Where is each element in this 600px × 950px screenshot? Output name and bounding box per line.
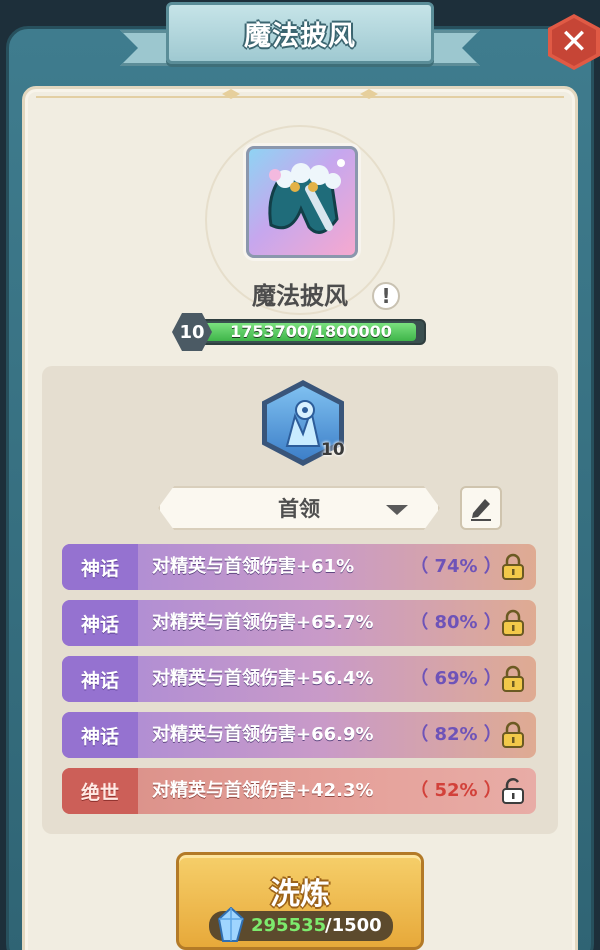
attribute-row: 绝世 对精英与首领伤害+42.3% （ 52% ）: [62, 768, 536, 814]
xp-text: 1753700/1800000: [230, 322, 392, 341]
edit-button[interactable]: [460, 486, 502, 530]
chevron-down-icon: [386, 505, 408, 515]
cape-icon: [268, 159, 345, 234]
lock-icon[interactable]: [500, 721, 526, 749]
page-title: 魔法披风: [244, 20, 356, 52]
tier-tag: 绝世: [62, 768, 138, 814]
skill-level: 10: [321, 440, 345, 460]
attribute-text: 对精英与首领伤害+61%: [152, 556, 355, 577]
lock-icon[interactable]: [500, 665, 526, 693]
attribute-percent: （ 69% ）: [410, 668, 502, 689]
attribute-text: 对精英与首领伤害+42.3%: [152, 780, 374, 801]
attribute-row: 神话 对精英与首领伤害+61% （ 74% ）: [62, 544, 536, 590]
attribute-text: 对精英与首领伤害+65.7%: [152, 612, 374, 633]
item-icon-frame[interactable]: [246, 146, 358, 258]
refine-button[interactable]: 洗炼 295535 /1500: [176, 852, 424, 950]
currency-cost: /1500: [325, 915, 382, 936]
refine-cost: 295535 /1500: [209, 907, 393, 942]
tier-tag: 神话: [62, 600, 138, 646]
attribute-percent: （ 52% ）: [410, 780, 502, 801]
unlock-icon[interactable]: [500, 777, 526, 805]
attribute-row: 神话 对精英与首领伤害+65.7% （ 80% ）: [62, 600, 536, 646]
attribute-text: 对精英与首领伤害+66.9%: [152, 724, 374, 745]
info-icon[interactable]: !: [372, 282, 400, 310]
currency-owned: 295535: [251, 915, 327, 936]
attribute-text: 对精英与首领伤害+56.4%: [152, 668, 374, 689]
item-name: 魔法披风: [252, 282, 348, 310]
tier-tag: 神话: [62, 544, 138, 590]
attribute-row: 神话 对精英与首领伤害+66.9% （ 82% ）: [62, 712, 536, 758]
tier-tag: 神话: [62, 712, 138, 758]
attribute-percent: （ 82% ）: [410, 724, 502, 745]
tier-tag: 神话: [62, 656, 138, 702]
lock-icon[interactable]: [500, 609, 526, 637]
attribute-percent: （ 74% ）: [410, 556, 502, 577]
xp-bar: 1753700/1800000: [196, 319, 426, 345]
title-banner: 魔法披风: [166, 2, 434, 64]
level-value: 10: [179, 321, 205, 343]
lock-icon[interactable]: [500, 553, 526, 581]
attribute-row: 神话 对精英与首领伤害+56.4% （ 69% ）: [62, 656, 536, 702]
attribute-percent: （ 80% ）: [410, 612, 502, 633]
pencil-icon: [471, 499, 491, 521]
refine-button-label: 洗炼: [270, 877, 330, 912]
crystal-icon: [217, 907, 245, 942]
panel-divider: [36, 96, 564, 104]
target-filter-dropdown[interactable]: 首领: [158, 486, 440, 530]
close-icon: ✕: [559, 22, 589, 62]
